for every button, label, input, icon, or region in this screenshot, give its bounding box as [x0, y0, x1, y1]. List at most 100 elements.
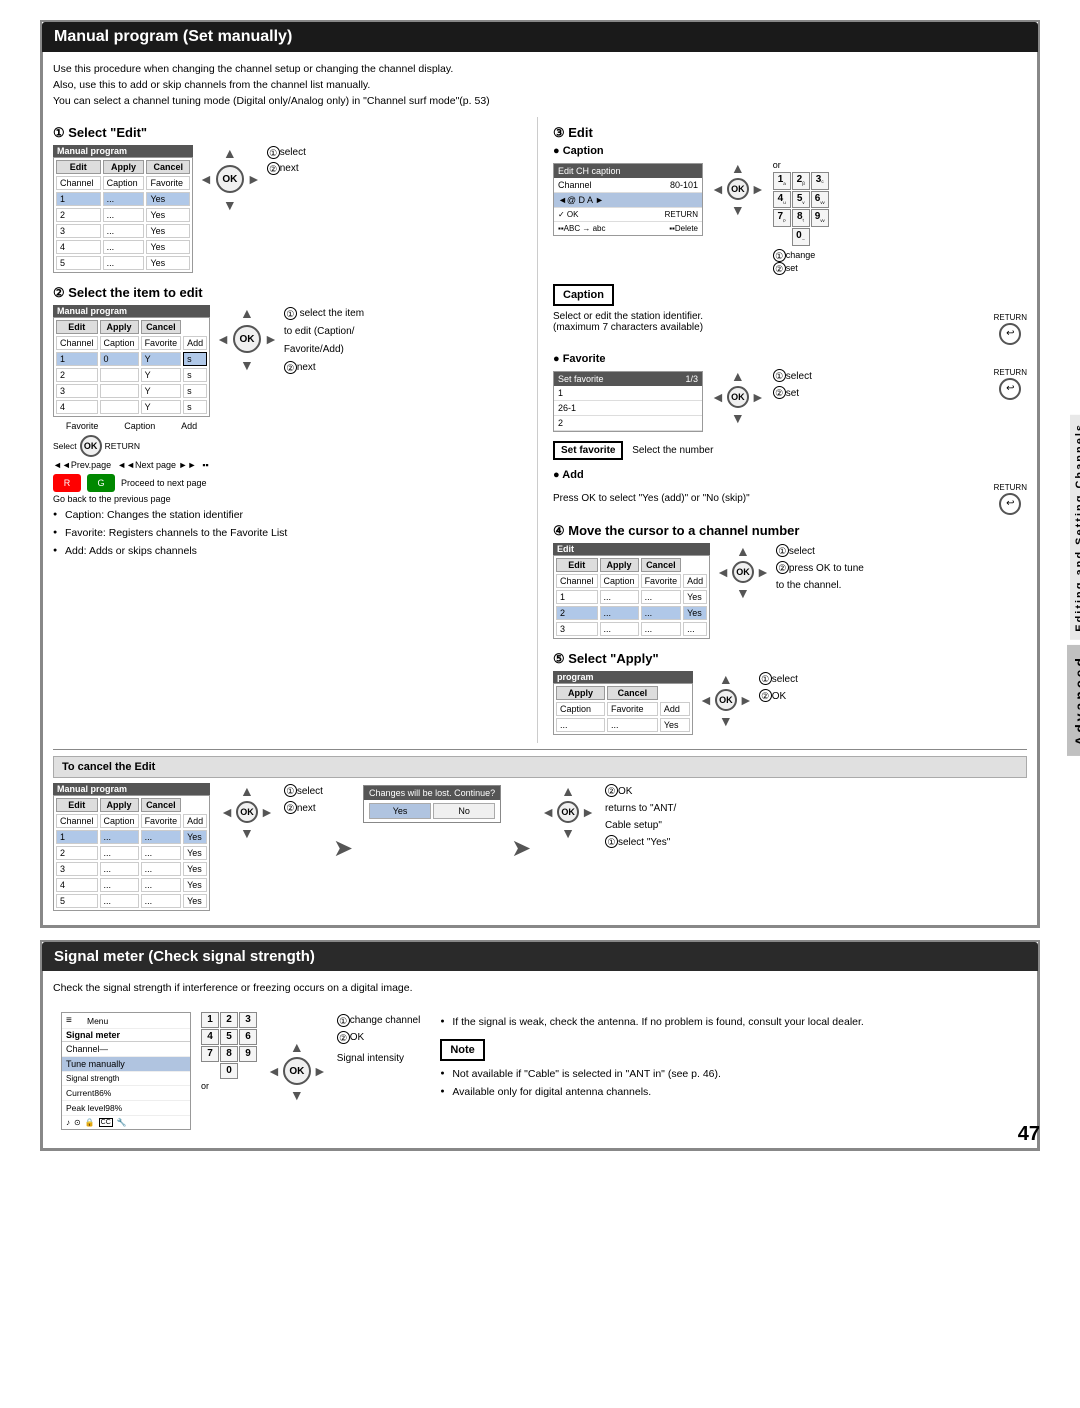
return-button[interactable]: RETURN ↩	[994, 483, 1027, 515]
up-arrow-icon: ▲	[731, 368, 745, 384]
ok-button[interactable]: OK	[236, 801, 258, 823]
left-arrow-icon: ◄	[716, 564, 730, 580]
key-6[interactable]: 6	[239, 1029, 257, 1045]
key-4[interactable]: 4	[201, 1029, 219, 1045]
table-row: ChannelCaptionFavoriteAdd	[556, 574, 707, 588]
table-row: Channel Caption Favorite	[56, 176, 190, 190]
key-9[interactable]: 9ᵥᵥ	[811, 209, 829, 227]
dialog-yes[interactable]: Yes	[369, 803, 431, 819]
lock-icon: 🔒	[85, 1118, 95, 1127]
key-2[interactable]: 2ᵦ	[792, 172, 810, 190]
green-button[interactable]: G	[87, 474, 115, 492]
ok-row: ◄ OK ►	[711, 386, 765, 408]
ok-row: ◄ OK ►	[199, 165, 261, 193]
key-8[interactable]: 8ₜ	[792, 209, 810, 227]
key-1[interactable]: 1	[201, 1012, 219, 1028]
favorite-subsection: ● Favorite Set favorite 1/3 1	[553, 353, 1027, 463]
ok-button[interactable]: OK	[727, 386, 749, 408]
favorite-controls: ▲ ◄ OK ► ▼	[711, 368, 765, 426]
key-7[interactable]: 7	[201, 1046, 219, 1062]
table-row: 1......Yes	[556, 590, 707, 604]
ok-button[interactable]: OK	[233, 325, 261, 353]
ok-row: ◄ OK ►	[699, 689, 753, 711]
step4-diagram: Edit EditApplyCancel ChannelCaptionFavor…	[553, 543, 1027, 643]
ok-button[interactable]: OK	[715, 689, 737, 711]
dialog-body: Yes No	[364, 800, 500, 822]
ok-button[interactable]: OK	[727, 178, 749, 200]
red-button[interactable]: R	[53, 474, 81, 492]
key-9[interactable]: 9	[239, 1046, 257, 1062]
table-row: CaptionFavoriteAdd	[556, 702, 690, 716]
table-row: ChannelCaptionFavoriteAdd	[56, 814, 207, 828]
key-4[interactable]: 4ᵤ	[773, 191, 791, 209]
ok-row: ◄ OK ►	[267, 1057, 327, 1085]
note-box: Note	[440, 1039, 484, 1061]
key-7[interactable]: 7ₚ	[773, 209, 791, 227]
ok-row: ◄ OK ►	[711, 178, 765, 200]
caption-box-area: Caption Select or edit the station ident…	[553, 281, 1027, 345]
return-button[interactable]: RETURN ↩	[994, 313, 1027, 345]
step5-title: ⑤ Select "Apply"	[553, 651, 1027, 667]
key-3[interactable]: 3	[239, 1012, 257, 1028]
current-row: Current 86%	[62, 1086, 190, 1101]
return-button[interactable]: RETURN ↩	[994, 368, 1027, 400]
left-arrow-icon: ◄	[220, 804, 234, 820]
down-arrow-icon: ▼	[223, 197, 237, 213]
caption-screen: Edit CH caption Channel 80-101 ◄@ D A ►	[553, 160, 703, 239]
cancel-table-title: Manual program	[53, 783, 210, 795]
ok-button[interactable]: OK	[283, 1057, 311, 1085]
step5-table-title: program	[553, 671, 693, 683]
caption-bullet-title: ● Caption	[553, 145, 1027, 157]
signal-or-label: or	[201, 1081, 257, 1091]
key-8[interactable]: 8	[220, 1046, 238, 1062]
ok-button-small[interactable]: OK	[80, 435, 102, 457]
key-5[interactable]: 5ᵥ	[792, 191, 810, 209]
caption-controls: ▲ ◄ OK ► ▼	[711, 160, 765, 218]
left-arrow-icon: ◄	[216, 331, 230, 347]
signal-menu-mockup: ≡ Menu Signal meter Channel — Tune manua…	[61, 1012, 191, 1130]
step3-title: ③ Edit	[553, 125, 1027, 141]
table-row: ......Yes	[556, 718, 690, 732]
edit-ch-caption-screen: Edit CH caption Channel 80-101 ◄@ D A ►	[553, 163, 703, 236]
step4: ④ Move the cursor to a channel number Ed…	[553, 523, 1027, 643]
key-5[interactable]: 5	[220, 1029, 238, 1045]
left-column: ① Select "Edit" Manual program Edit Appl…	[53, 117, 538, 742]
step2-controls: ▲ ◄ OK ► ▼	[216, 305, 278, 373]
key-0[interactable]: 0	[220, 1063, 238, 1079]
signal-numpad: 1 2 3 4 5 6 7 8 9 0	[201, 1012, 257, 1079]
key-1[interactable]: 1ₐ	[773, 172, 791, 190]
step1-col-cancel: Cancel	[146, 160, 190, 174]
key-3[interactable]: 3ᶜ	[811, 172, 829, 190]
wrench-icon: 🔧	[117, 1118, 127, 1127]
ok-button[interactable]: OK	[216, 165, 244, 193]
right-arrow-icon: ►	[581, 804, 595, 820]
key-6[interactable]: 6ᵥᵥ	[811, 191, 829, 209]
signal-content: ≡ Menu Signal meter Channel — Tune manua…	[53, 1004, 1027, 1138]
step1-controls: ▲ ◄ OK ► ▼	[199, 145, 261, 213]
down-arrow-icon: ▼	[731, 410, 745, 426]
step5: ⑤ Select "Apply" program ApplyCancel	[553, 651, 1027, 739]
step2: ② Select the item to edit Manual program…	[53, 285, 527, 558]
table-row: 2......Yes	[556, 606, 707, 620]
right-arrow-icon: ►	[313, 1063, 327, 1079]
signal-meter-title: Signal meter (Check signal strength)	[42, 942, 1038, 971]
signal-icons-row: ♪ ⊙ 🔒 CC 🔧	[62, 1116, 190, 1129]
peak-row: Peak level 98%	[62, 1101, 190, 1116]
table-row: 2...Yes	[56, 208, 190, 222]
key-0[interactable]: 0₋	[792, 228, 810, 246]
ok-row: ◄ OK ►	[220, 801, 274, 823]
step2-diagram: Manual program EditApplyCancel	[53, 305, 527, 470]
right-arrow-icon: ►	[739, 692, 753, 708]
step5-controls: ▲ ◄ OK ► ▼	[699, 671, 753, 729]
step2-mini-table: EditApplyCancel ChannelCaptionFavoriteAd…	[53, 317, 210, 417]
dialog-no[interactable]: No	[433, 803, 495, 819]
key-2[interactable]: 2	[220, 1012, 238, 1028]
ok-button[interactable]: OK	[732, 561, 754, 583]
screen-bottom: ▪▪ABC → abc ▪▪Delete	[554, 221, 702, 235]
cancel-table: Manual program EditApplyCancel ChannelCa…	[53, 783, 210, 915]
step2-title: ② Select the item to edit	[53, 285, 527, 301]
down-arrow-icon: ▼	[240, 825, 254, 841]
fav-row-26: 26-1	[554, 401, 702, 416]
screen-row: Channel 80-101	[554, 178, 702, 193]
ok-button[interactable]: OK	[557, 801, 579, 823]
